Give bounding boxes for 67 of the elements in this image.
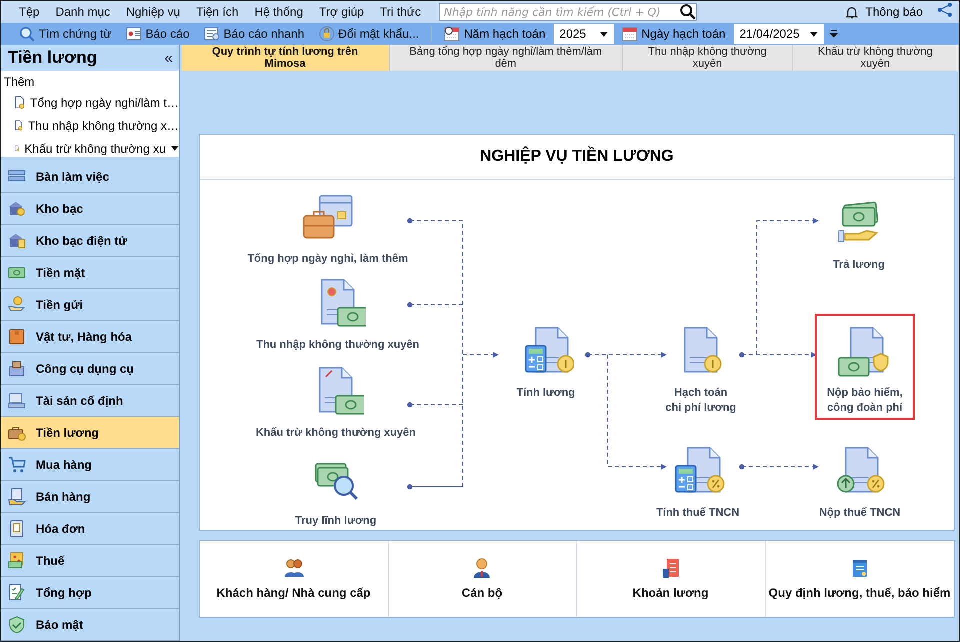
- date-label: Ngày hạch toán: [642, 27, 726, 41]
- toolbar-button[interactable]: Tìm chứng từ: [13, 26, 118, 42]
- caret-icon: [171, 146, 179, 151]
- calendar-icon: [622, 26, 638, 42]
- box-icon: [8, 328, 26, 346]
- document-icon: [660, 558, 681, 578]
- connector-dot: [407, 218, 413, 224]
- document-icon: [15, 118, 24, 133]
- search-icon: [680, 4, 696, 20]
- workflow-node[interactable]: Nộp thuế TNCN: [810, 434, 910, 525]
- cart-icon: [8, 456, 26, 474]
- shop-icon: [8, 488, 26, 506]
- workflow-node[interactable]: Hạch toán chi phí lương: [651, 314, 751, 420]
- year-select[interactable]: 2025: [554, 24, 614, 44]
- menu-item[interactable]: Hệ thống: [246, 5, 312, 19]
- menu-item[interactable]: Trợ giúp: [311, 5, 372, 19]
- workflow-node[interactable]: Trả lương: [814, 186, 904, 277]
- menu-item[interactable]: Nghiệp vụ: [118, 5, 188, 19]
- search-field[interactable]: Nhập tính năng cần tìm kiếm (Ctrl + Q): [439, 3, 698, 21]
- tools-icon: [8, 360, 26, 378]
- toolbar-button[interactable]: Đổi mật khẩu...: [312, 26, 426, 42]
- menu-item[interactable]: Tiện ích: [188, 5, 247, 19]
- menu-item[interactable]: Tri thức: [372, 5, 430, 19]
- people-icon: [284, 558, 304, 578]
- sidebar-item[interactable]: Tiền lương: [1, 417, 179, 449]
- workflow-node[interactable]: Tính thuế TNCN: [648, 434, 748, 525]
- quick-item[interactable]: Thu nhập không thường x…: [1, 114, 179, 137]
- bank-icon: [8, 232, 26, 250]
- share-icon[interactable]: [937, 2, 953, 18]
- caret-icon: [600, 32, 608, 36]
- workflow-node[interactable]: Truy lĩnh lương: [251, 442, 421, 533]
- menu-item[interactable]: Danh mục: [48, 5, 118, 19]
- menu-item[interactable]: Tệp: [11, 5, 48, 19]
- document-icon: [15, 95, 26, 110]
- report-icon: [126, 26, 142, 42]
- clock-calendar-icon: [444, 26, 460, 42]
- computer-icon: [8, 392, 26, 410]
- collapse-button[interactable]: «: [164, 50, 173, 66]
- bell-icon[interactable]: [846, 6, 858, 18]
- quick-item[interactable]: Khấu trừ không thường xu: [1, 137, 179, 160]
- notification-label[interactable]: Thông báo: [866, 5, 923, 19]
- workflow-node[interactable]: Khấu trừ không thường xuyên: [251, 354, 421, 445]
- person-icon: [472, 558, 492, 578]
- tab[interactable]: Bảng tổng hợp ngày nghỉ/làm thêm/làm đêm: [390, 45, 624, 71]
- checklist-icon: [8, 584, 26, 602]
- tax-icon: [8, 552, 26, 570]
- search-icon: [19, 26, 35, 42]
- toolbar-button[interactable]: Báo cáo: [120, 26, 196, 42]
- lock-icon: [318, 26, 335, 42]
- workflow-title: NGHIỆP VỤ TIỀN LƯƠNG: [200, 135, 954, 180]
- chart-report-icon: [204, 26, 220, 42]
- tab[interactable]: Quy trình tự tính lương trên Mimosa: [182, 45, 390, 71]
- tab[interactable]: Thu nhập không thường xuyên: [623, 45, 793, 71]
- workflow-node[interactable]: Nộp bảo hiểm, công đoàn phí: [815, 314, 915, 420]
- hand-coin-icon: [8, 296, 26, 314]
- tab[interactable]: Khấu trừ không thường xuyên: [792, 45, 959, 71]
- bank-icon: [8, 200, 26, 218]
- date-select[interactable]: 21/04/2025: [734, 24, 824, 44]
- caret-icon: [810, 32, 818, 36]
- receipt-icon: [8, 520, 26, 538]
- toolbar-button[interactable]: Báo cáo nhanh: [198, 26, 311, 42]
- year-label: Năm hạch toán: [464, 27, 546, 41]
- quick-item[interactable]: Tổng hợp ngày nghỉ/làm t…: [1, 91, 179, 114]
- workflow-node[interactable]: Tính lương: [501, 314, 591, 405]
- sidebar-title: Tiền lương: [8, 48, 98, 68]
- shield-icon: [8, 616, 26, 634]
- add-label: Thêm: [3, 75, 35, 89]
